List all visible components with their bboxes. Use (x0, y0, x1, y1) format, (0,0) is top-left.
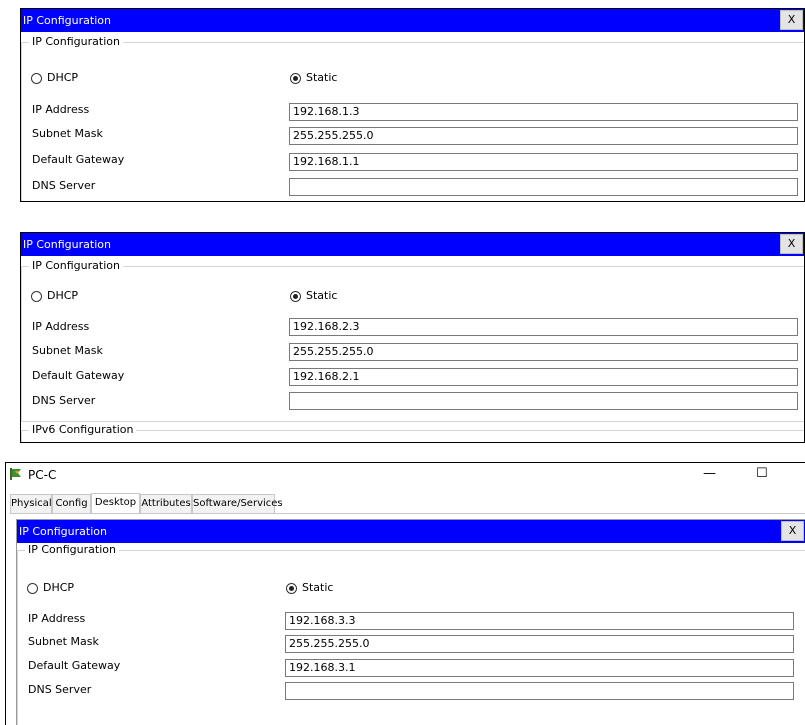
section-legend: IP Configuration (29, 35, 123, 49)
section-legend: IP Configuration (29, 259, 123, 273)
ip-config-window-2: IP Configuration X IP Configuration DHCP… (20, 232, 805, 443)
ip-config-section: IP Configuration DHCP Static IP Address … (21, 35, 804, 201)
dhcp-radio[interactable] (27, 583, 38, 594)
desktop-content: IP Configuration X IP Configuration DHCP… (16, 519, 805, 725)
static-label: Static (302, 581, 334, 594)
window-title-bar: IP Configuration X (21, 9, 804, 32)
subnet-mask-label: Subnet Mask (32, 127, 103, 140)
subnet-mask-label: Subnet Mask (32, 344, 103, 357)
default-gateway-field[interactable]: 192.168.1.1 (289, 153, 798, 171)
ip-config-window-1: IP Configuration X IP Configuration DHCP… (20, 8, 805, 202)
ipv6-config-section: IPv6 Configuration (21, 423, 804, 442)
tab-config[interactable]: Config (52, 494, 91, 513)
window-title-bar: IP Configuration X (21, 233, 804, 256)
tab-physical[interactable]: Physical (10, 494, 52, 513)
default-gateway-label: Default Gateway (28, 659, 121, 672)
dns-server-label: DNS Server (32, 179, 96, 192)
subnet-mask-label: Subnet Mask (28, 635, 99, 648)
tab-desktop[interactable]: Desktop (91, 493, 140, 513)
window-title: IP Configuration (23, 238, 111, 251)
static-radio[interactable] (290, 73, 301, 84)
tab-software-services[interactable]: Software/Services (192, 494, 283, 513)
dns-server-label: DNS Server (32, 394, 96, 407)
dns-server-field[interactable] (289, 178, 798, 196)
default-gateway-field[interactable]: 192.168.3.1 (285, 659, 794, 677)
close-button[interactable]: X (780, 10, 803, 30)
dhcp-radio[interactable] (31, 291, 42, 302)
default-gateway-field[interactable]: 192.168.2.1 (289, 368, 798, 386)
window-title: IP Configuration (23, 14, 111, 27)
default-gateway-label: Default Gateway (32, 153, 125, 166)
static-radio[interactable] (286, 583, 297, 594)
dhcp-radio[interactable] (31, 73, 42, 84)
ip-config-section: IP Configuration DHCP Static IP Address … (17, 543, 805, 725)
window-title: IP Configuration (19, 525, 107, 538)
window-title-bar: IP Configuration X (17, 520, 805, 543)
ip-config-section: IP Configuration DHCP Static IP Address … (21, 259, 804, 422)
section-legend: IP Configuration (25, 543, 119, 557)
static-label: Static (306, 289, 338, 302)
dhcp-label: DHCP (43, 581, 75, 594)
subnet-mask-field[interactable]: 255.255.255.0 (289, 127, 798, 145)
maximize-button[interactable]: ☐ (756, 466, 768, 481)
ipv6-section-legend: IPv6 Configuration (29, 423, 137, 437)
pc-window-title: PC-C (28, 468, 57, 482)
ip-address-field[interactable]: 192.168.1.3 (289, 103, 798, 121)
minimize-button[interactable]: — (703, 466, 716, 481)
ip-address-field[interactable]: 192.168.2.3 (289, 318, 798, 336)
close-button[interactable]: X (781, 521, 804, 541)
dhcp-label: DHCP (47, 289, 79, 302)
dns-server-field[interactable] (285, 682, 794, 700)
ip-address-label: IP Address (32, 320, 90, 333)
packet-tracer-pc-icon (9, 467, 24, 484)
subnet-mask-field[interactable]: 255.255.255.0 (289, 343, 798, 361)
default-gateway-label: Default Gateway (32, 369, 125, 382)
pc-window: PC-C — ☐ Physical Config Desktop Attribu… (5, 462, 805, 725)
dhcp-label: DHCP (47, 71, 79, 84)
static-radio[interactable] (290, 291, 301, 302)
ip-address-label: IP Address (32, 103, 90, 116)
dns-server-field[interactable] (289, 392, 798, 410)
tab-bar: Physical Config Desktop Attributes Softw… (10, 493, 805, 514)
subnet-mask-field[interactable]: 255.255.255.0 (285, 635, 794, 653)
tab-attributes[interactable]: Attributes (140, 494, 192, 513)
ip-address-field[interactable]: 192.168.3.3 (285, 612, 794, 630)
static-label: Static (306, 71, 338, 84)
dns-server-label: DNS Server (28, 683, 92, 696)
ip-address-label: IP Address (28, 612, 86, 625)
close-button[interactable]: X (780, 234, 803, 254)
